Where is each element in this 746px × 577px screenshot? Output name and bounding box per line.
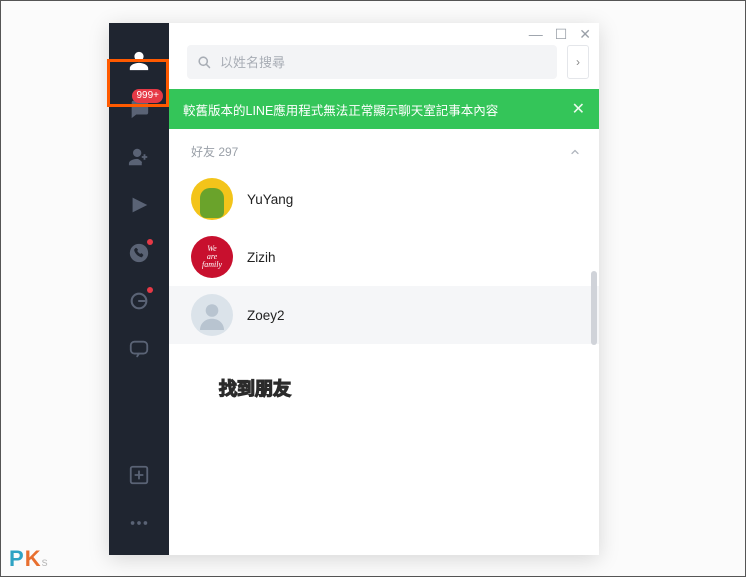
maximize-button[interactable]: ☐: [555, 26, 568, 43]
sidebar: 999+: [109, 23, 169, 555]
person-icon: [128, 50, 150, 72]
notification-dot: [147, 287, 153, 293]
open-icon: [128, 290, 150, 312]
wm-k: K: [25, 546, 42, 571]
sidebar-line[interactable]: [109, 325, 169, 373]
wm-tail: s: [42, 555, 49, 569]
friend-name: YuYang: [247, 192, 293, 207]
sidebar-friends[interactable]: [109, 37, 169, 85]
search-icon: [197, 55, 212, 70]
sidebar-voom[interactable]: [109, 181, 169, 229]
friend-row[interactable]: Wearefamily Zizih: [169, 228, 599, 286]
titlebar: — ☐ ✕: [169, 23, 599, 45]
sidebar-chats[interactable]: 999+: [109, 85, 169, 133]
notice-close-button[interactable]: ✕: [572, 99, 585, 119]
search-input[interactable]: [220, 55, 547, 70]
friend-row[interactable]: YuYang: [169, 170, 599, 228]
search-expand-button[interactable]: ›: [567, 45, 589, 79]
friend-list: YuYang Wearefamily Zizih Zoey2: [169, 170, 599, 555]
chevron-up-icon: [569, 146, 581, 158]
main-panel: — ☐ ✕ › 較舊版本的LINE應用程式無法正常顯示聊天室記事本內容 ✕ 好友…: [169, 23, 599, 555]
line-logo-icon: [128, 338, 150, 360]
close-button[interactable]: ✕: [579, 26, 591, 43]
avatar: Wearefamily: [191, 236, 233, 278]
chats-badge: 999+: [132, 89, 163, 103]
watermark: PKs: [9, 546, 49, 572]
play-icon: [128, 194, 150, 216]
friends-count-label: 好友 297: [191, 143, 238, 160]
sidebar-add-friend[interactable]: [109, 133, 169, 181]
avatar: [191, 178, 233, 220]
friend-name: Zizih: [247, 250, 276, 265]
sidebar-add-screen[interactable]: [109, 451, 169, 499]
search-wrap[interactable]: [187, 45, 557, 79]
add-square-icon: [128, 464, 150, 486]
notice-text: 較舊版本的LINE應用程式無法正常顯示聊天室記事本內容: [183, 100, 498, 119]
search-bar: ›: [169, 45, 599, 89]
person-plus-icon: [128, 146, 150, 168]
phone-icon: [128, 242, 150, 264]
sidebar-openchat[interactable]: [109, 277, 169, 325]
scrollbar-thumb[interactable]: [591, 271, 597, 345]
app-window: 999+ — ☐ ✕: [109, 23, 599, 555]
minimize-button[interactable]: —: [529, 26, 543, 42]
notice-banner: 較舊版本的LINE應用程式無法正常顯示聊天室記事本內容 ✕: [169, 89, 599, 129]
friend-name: Zoey2: [247, 308, 285, 323]
friends-section-header[interactable]: 好友 297: [169, 129, 599, 170]
wm-p: P: [9, 546, 25, 571]
avatar: [191, 294, 233, 336]
more-icon: [128, 512, 150, 534]
friend-row[interactable]: Zoey2: [169, 286, 599, 344]
notification-dot: [147, 239, 153, 245]
sidebar-more[interactable]: [109, 499, 169, 547]
sidebar-calls[interactable]: [109, 229, 169, 277]
